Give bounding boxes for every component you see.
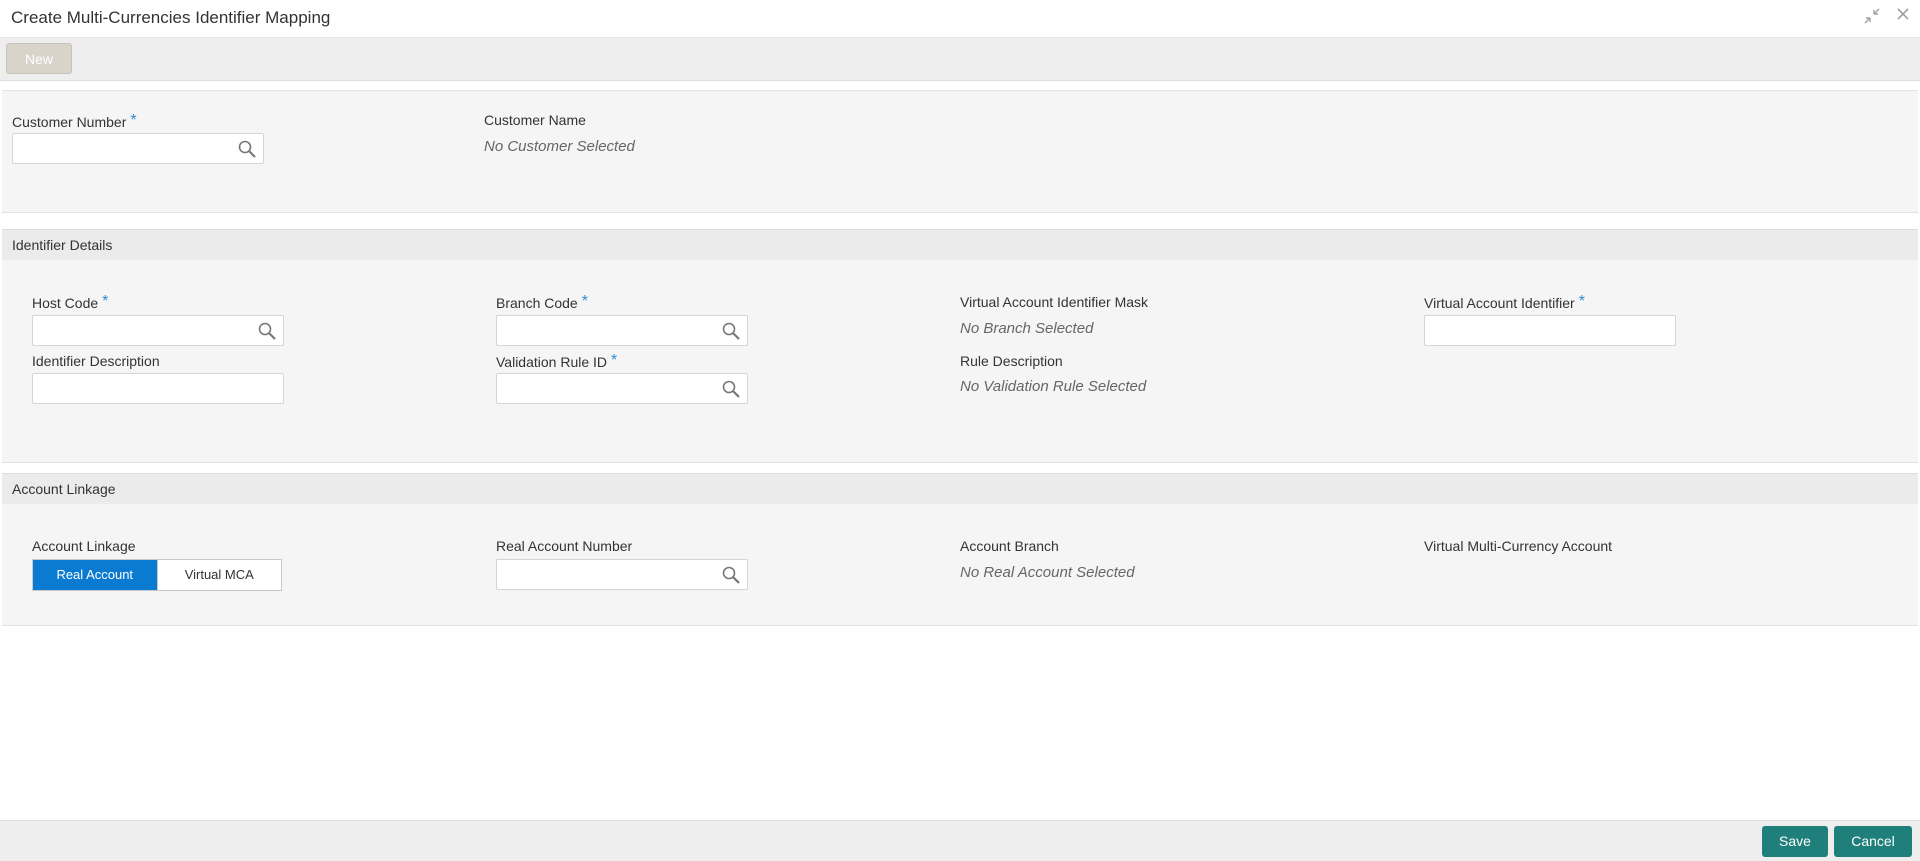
identifier-details-title: Identifier Details — [12, 237, 113, 253]
required-marker: * — [102, 293, 109, 310]
identifier-description-input[interactable] — [33, 374, 285, 403]
virtual-multi-currency-account-label: Virtual Multi-Currency Account — [1424, 538, 1613, 554]
validation-rule-id-label-text: Validation Rule ID — [496, 354, 608, 370]
virtual-account-identifier-input[interactable] — [1425, 316, 1677, 345]
real-account-number-input[interactable] — [497, 560, 713, 589]
search-icon[interactable] — [721, 565, 741, 585]
customer-number-field[interactable] — [12, 133, 264, 164]
customer-number-label-text: Customer Number — [12, 114, 127, 130]
search-icon[interactable] — [237, 139, 257, 159]
close-icon[interactable] — [1893, 7, 1913, 27]
real-account-option[interactable]: Real Account — [33, 560, 157, 590]
branch-code-field[interactable] — [496, 315, 748, 346]
identifier-description-label: Identifier Description — [32, 353, 160, 369]
customer-name-value: No Customer Selected — [484, 138, 635, 155]
window-title: Create Multi-Currencies Identifier Mappi… — [11, 8, 331, 27]
save-button[interactable]: Save — [1762, 826, 1828, 857]
host-code-label-text: Host Code — [32, 295, 99, 311]
rule-description-value: No Validation Rule Selected — [960, 378, 1147, 395]
identifier-mask-label: Virtual Account Identifier Mask — [960, 294, 1149, 310]
real-account-number-field[interactable] — [496, 559, 748, 590]
search-icon[interactable] — [721, 379, 741, 399]
search-icon[interactable] — [721, 321, 741, 341]
host-code-input[interactable] — [33, 316, 249, 345]
identifier-details-header: Identifier Details — [2, 229, 1918, 261]
account-linkage-header: Account Linkage — [2, 473, 1918, 505]
search-icon[interactable] — [257, 321, 277, 341]
host-code-label: Host Code * — [32, 293, 108, 311]
account-branch-label: Account Branch — [960, 538, 1059, 554]
account-linkage-toggle[interactable]: Real Account Virtual MCA — [32, 559, 282, 591]
virtual-account-identifier-field[interactable] — [1424, 315, 1677, 346]
virtual-account-identifier-label-text: Virtual Account Identifier — [1424, 295, 1575, 311]
account-linkage-label: Account Linkage — [32, 538, 136, 554]
window-titlebar: Create Multi-Currencies Identifier Mappi… — [0, 0, 1920, 38]
required-marker: * — [611, 352, 618, 369]
collapse-icon[interactable] — [1862, 7, 1882, 27]
validation-rule-id-label: Validation Rule ID * — [496, 352, 617, 370]
customer-number-input[interactable] — [13, 134, 229, 163]
account-branch-value: No Real Account Selected — [960, 564, 1135, 581]
virtual-account-identifier-label: Virtual Account Identifier * — [1424, 293, 1585, 311]
branch-code-label-text: Branch Code — [496, 295, 578, 311]
toolbar: New — [0, 38, 1920, 81]
customer-panel — [2, 90, 1918, 213]
rule-description-label: Rule Description — [960, 353, 1063, 369]
identifier-description-field[interactable] — [32, 373, 285, 404]
new-button[interactable]: New — [6, 43, 72, 74]
footer-bar: Save Cancel — [0, 820, 1920, 861]
branch-code-input[interactable] — [497, 316, 713, 345]
required-marker: * — [581, 293, 588, 310]
customer-name-label: Customer Name — [484, 112, 586, 128]
required-marker: * — [1578, 293, 1585, 310]
identifier-mask-value: No Branch Selected — [960, 320, 1094, 337]
validation-rule-id-field[interactable] — [496, 373, 748, 404]
cancel-button[interactable]: Cancel — [1834, 826, 1912, 857]
real-account-number-label: Real Account Number — [496, 538, 633, 554]
required-marker: * — [130, 112, 137, 129]
virtual-mca-option[interactable]: Virtual MCA — [156, 560, 281, 590]
account-linkage-title: Account Linkage — [12, 481, 116, 497]
host-code-field[interactable] — [32, 315, 284, 346]
validation-rule-id-input[interactable] — [497, 374, 713, 403]
branch-code-label: Branch Code * — [496, 293, 588, 311]
customer-number-label: Customer Number * — [12, 112, 137, 130]
